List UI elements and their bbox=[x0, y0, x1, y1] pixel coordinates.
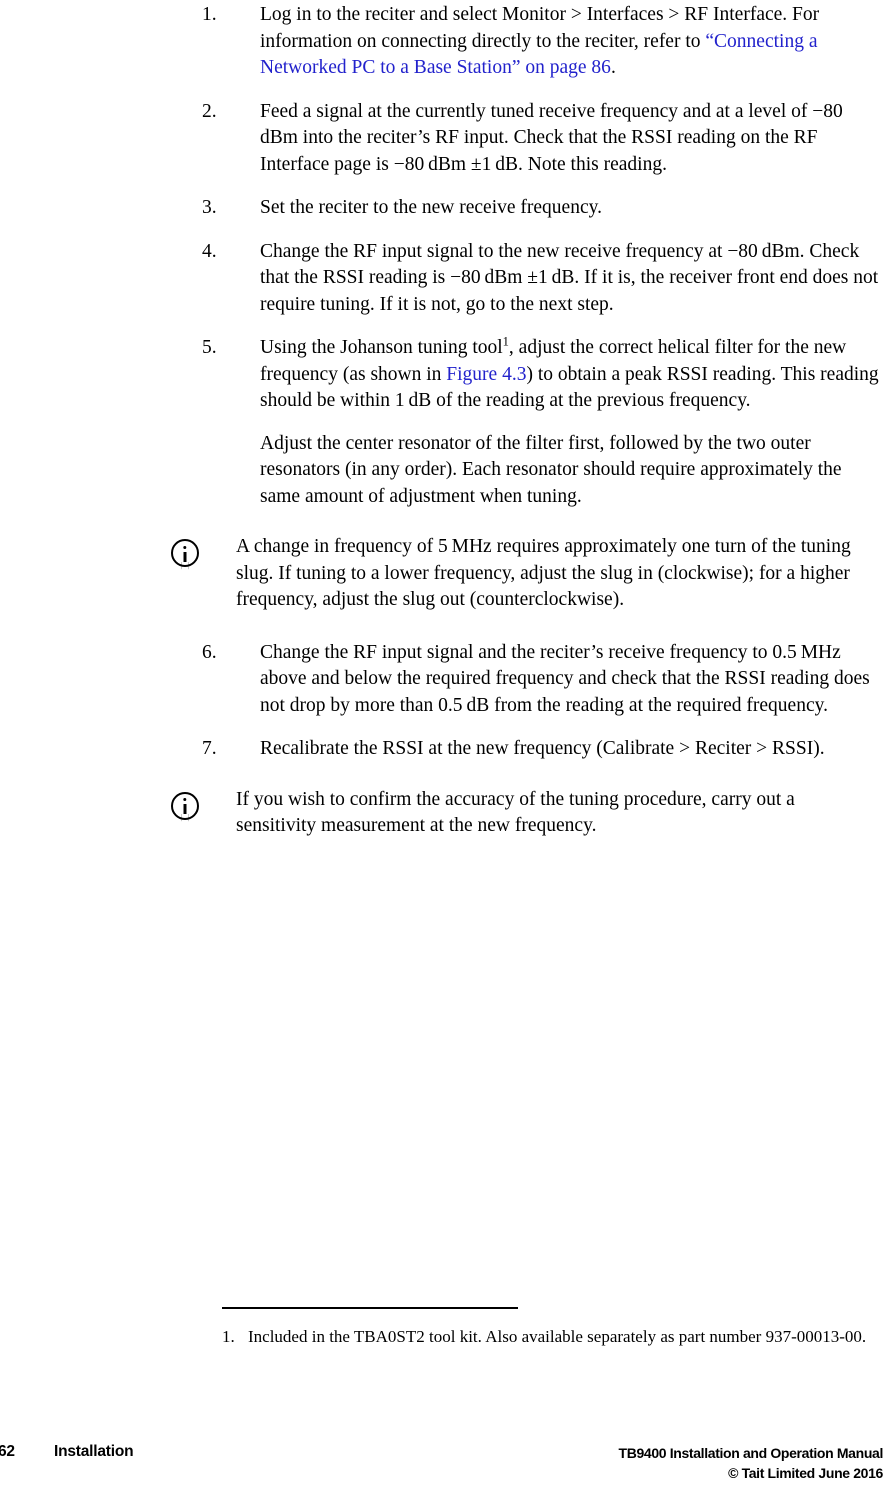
footer-copyright: © Tait Limited June 2016 bbox=[728, 1465, 883, 1481]
step-body: Set the reciter to the new receive frequ… bbox=[260, 195, 879, 222]
step-number: 1. bbox=[202, 4, 217, 25]
step-text-tail: . bbox=[610, 57, 616, 78]
page-number: 62 bbox=[0, 1443, 15, 1460]
step-number: 5. bbox=[202, 337, 217, 358]
footnote-text: Included in the TBA0ST2 tool kit. Also a… bbox=[248, 1327, 867, 1346]
step-number: 2. bbox=[202, 100, 217, 122]
footer-manual-title: TB9400 Installation and Operation Manual bbox=[618, 1445, 883, 1461]
step-paragraph: Feed a signal at the currently tuned rec… bbox=[260, 100, 847, 175]
procedure-step: 3. Set the reciter to the new receive fr… bbox=[0, 195, 883, 222]
step-paragraph: Log in to the reciter and select Monitor… bbox=[260, 2, 879, 82]
procedure-step: 1. Log in to the reciter and select Moni… bbox=[0, 2, 883, 82]
step-number: 3. bbox=[202, 197, 217, 218]
step-text: Using the Johanson tuning tool bbox=[260, 337, 503, 358]
procedure-step: 6. Change the RF input signal and the re… bbox=[0, 640, 883, 720]
page-footer: 62 Installation TB9400 Installation and … bbox=[0, 1443, 883, 1488]
procedure-step: 5. Using the Johanson tuning tool1, adju… bbox=[0, 335, 883, 510]
info-icon bbox=[171, 791, 199, 820]
step-paragraph: Using the Johanson tuning tool1, adjust … bbox=[260, 335, 879, 415]
procedure-step: 2. Feed a signal at the currently tuned … bbox=[0, 99, 883, 179]
info-icon bbox=[171, 539, 199, 567]
step-body: Change the RF input signal and the recit… bbox=[260, 640, 879, 720]
step-number: 6. bbox=[202, 641, 217, 663]
footnote-item: 1. Included in the TBA0ST2 tool kit. Also… bbox=[222, 1325, 883, 1349]
procedure-step-list: 1. Log in to the reciter and select Moni… bbox=[0, 0, 883, 857]
step-body: Feed a signal at the currently tuned rec… bbox=[260, 99, 879, 179]
footnote-separator bbox=[222, 1307, 518, 1309]
document-page: 1. Log in to the reciter and select Moni… bbox=[0, 0, 883, 1488]
step-number: 7. bbox=[202, 738, 217, 759]
step-paragraph-secondary: Adjust the center resonator of the filte… bbox=[260, 432, 842, 507]
note-text: A change in frequency of 5 MHz requires … bbox=[236, 536, 851, 610]
figure-reference-link[interactable]: Figure 4.3 bbox=[446, 364, 526, 385]
step-number: 4. bbox=[202, 240, 217, 262]
step-paragraph: Change the RF input signal and the recit… bbox=[260, 641, 870, 716]
step-body: Recalibrate the RSSI at the new frequenc… bbox=[260, 736, 879, 763]
note-text: If you wish to confirm the accuracy of t… bbox=[236, 788, 795, 837]
step-paragraph: Change the RF input signal to the new re… bbox=[260, 240, 879, 315]
step-body: Using the Johanson tuning tool1, adjust … bbox=[260, 335, 879, 510]
footer-section-name: Installation bbox=[54, 1443, 134, 1460]
note-callout: A change in frequency of 5 MHz requires … bbox=[0, 534, 883, 614]
step-paragraph: Set the reciter to the new receive frequ… bbox=[260, 197, 602, 218]
step-body: Log in to the reciter and select Monitor… bbox=[260, 2, 879, 82]
procedure-step: 7. Recalibrate the RSSI at the new frequ… bbox=[0, 736, 883, 763]
note-callout: If you wish to confirm the accuracy of t… bbox=[0, 787, 883, 840]
footnote-number: 1. bbox=[222, 1327, 235, 1346]
footer-manual-info: TB9400 Installation and Operation Manual… bbox=[619, 1443, 883, 1483]
step-body: Change the RF input signal to the new re… bbox=[260, 239, 879, 319]
procedure-step: 4. Change the RF input signal to the new… bbox=[0, 239, 883, 319]
step-paragraph: Recalibrate the RSSI at the new frequenc… bbox=[260, 738, 825, 759]
